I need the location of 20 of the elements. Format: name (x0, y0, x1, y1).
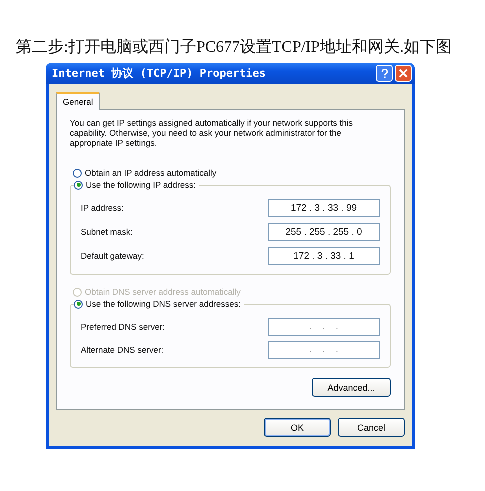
intro-text: You can get IP settings assigned automatically if your network supports this capability. Otherwise, you need to ask your network administrator for the appropriate IP settings. (70, 118, 354, 148)
close-icon[interactable] (395, 65, 412, 82)
field-label: Default gateway: (81, 251, 144, 261)
advanced-button[interactable]: Advanced... (312, 378, 391, 397)
ip-address-field[interactable]: 172 . 3 . 33 . 1 (268, 247, 380, 265)
radio-option[interactable]: Obtain an IP address automatically (73, 166, 391, 180)
window-title: Internet 协议 (TCP/IP) Properties (52, 66, 268, 81)
field-label: IP address: (81, 203, 124, 213)
field-label: Alternate DNS server: (81, 344, 164, 354)
radio-option[interactable]: Use the following IP address: (74, 178, 199, 192)
ip-address-field[interactable]: 172 . 3 . 33 . 99 (268, 199, 380, 217)
ip-address-field[interactable]: 255 . 255 . 255 . 0 (268, 223, 380, 241)
cancel-button[interactable]: Cancel (338, 418, 405, 437)
help-icon[interactable] (376, 65, 393, 82)
radio-option[interactable]: Use the following DNS server addresses: (74, 297, 244, 311)
caption: 第二步:打开电脑或西门子PC677设置TCP/IP地址和网关.如下图 (15, 38, 454, 58)
tab[interactable]: General (56, 92, 100, 110)
ok-button[interactable]: OK (264, 418, 331, 437)
field-label: Preferred DNS server: (81, 322, 166, 332)
field-label: Subnet mask: (81, 227, 133, 237)
